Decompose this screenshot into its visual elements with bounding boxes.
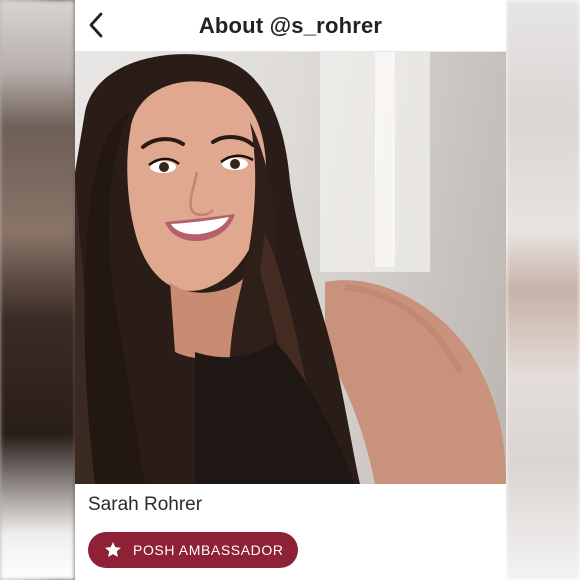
posh-ambassador-badge[interactable]: POSH AMBASSADOR xyxy=(88,532,298,568)
background-blur-right xyxy=(506,0,580,580)
star-icon xyxy=(103,540,123,560)
background-blur-left xyxy=(0,0,75,580)
profile-photo[interactable] xyxy=(75,52,506,484)
top-bar: About @s_rohrer xyxy=(75,0,506,52)
badge-label: POSH AMBASSADOR xyxy=(133,542,284,558)
page-title: About @s_rohrer xyxy=(198,12,383,38)
profile-photo-image xyxy=(75,52,506,484)
about-screen: About @s_rohrer Sarah Rohrer POSH AMBASS… xyxy=(75,0,506,580)
chevron-left-icon xyxy=(89,12,103,38)
back-button[interactable] xyxy=(83,12,109,38)
profile-name: Sarah Rohrer xyxy=(88,494,203,515)
